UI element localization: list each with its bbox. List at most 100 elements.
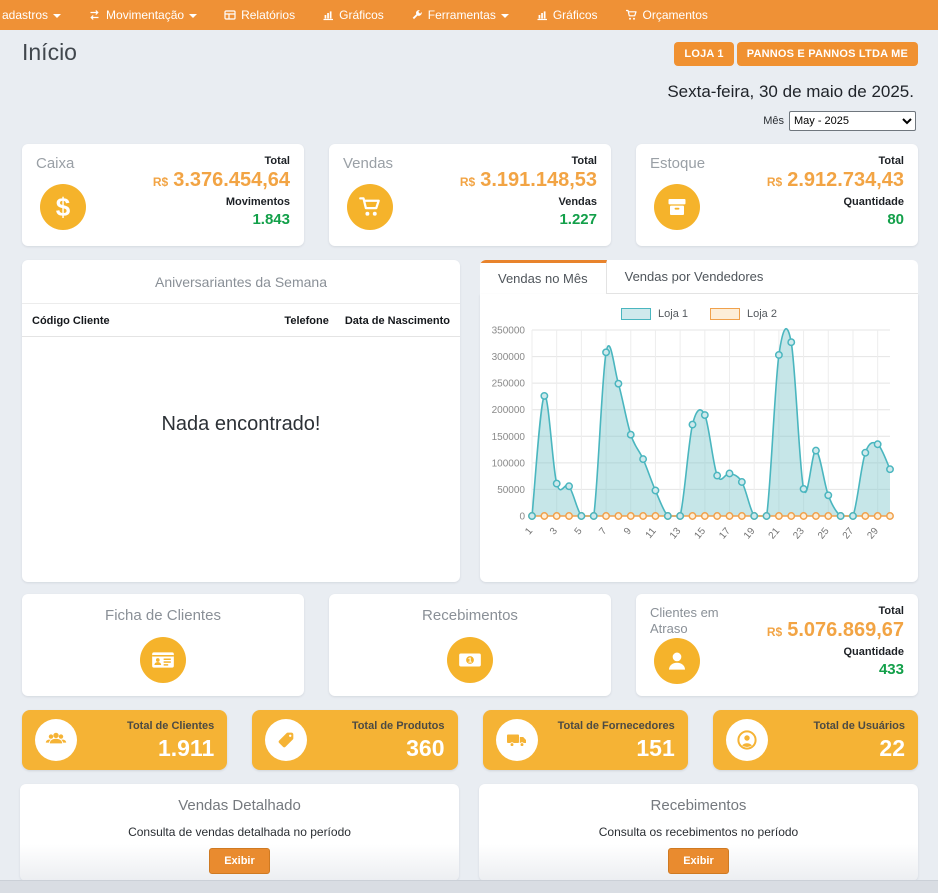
svg-text:15: 15 <box>693 526 709 542</box>
panel-description: Consulta os recebimentos no período <box>479 825 918 839</box>
count-label: Vendas <box>460 196 597 208</box>
svg-text:23: 23 <box>791 526 807 542</box>
caret-down-icon <box>189 14 197 18</box>
truck-icon <box>496 719 538 761</box>
svg-text:9: 9 <box>622 526 634 538</box>
clientes-em-atraso-card[interactable]: Clientes em Atraso Total R$5.076.869,67 … <box>636 594 918 696</box>
card-title: Ficha de Clientes <box>22 607 304 624</box>
month-select[interactable]: May - 2025 <box>789 111 916 131</box>
birthdays-title: Aniversariantes da Semana <box>22 260 460 304</box>
count-label: Quantidade <box>767 196 904 208</box>
birthdays-panel: Aniversariantes da Semana Código Cliente… <box>22 260 460 582</box>
total-label: Total <box>767 605 904 617</box>
legend-swatch-loja1 <box>621 308 651 320</box>
bar-chart-icon <box>536 9 548 21</box>
panel-description: Consulta de vendas detalhada no período <box>20 825 459 839</box>
count-value: 1.843 <box>153 211 290 228</box>
top-navbar: adastros Movimentação Relatórios Gráfico… <box>0 0 938 30</box>
footer-strip <box>0 880 938 893</box>
recebimentos-card[interactable]: Recebimentos 1 <box>329 594 611 696</box>
svg-text:13: 13 <box>668 526 684 542</box>
tab-vendas-por-vendedores[interactable]: Vendas por Vendedores <box>607 260 782 294</box>
svg-text:27: 27 <box>841 526 857 542</box>
count-value: 80 <box>767 211 904 228</box>
total-value: R$3.376.454,64 <box>153 169 290 192</box>
current-date: Sexta-feira, 30 de maio de 2025. <box>0 82 938 102</box>
svg-text:250000: 250000 <box>492 379 526 390</box>
id-card-icon <box>140 637 186 683</box>
box-icon <box>654 184 700 230</box>
total-label: Total <box>153 155 290 167</box>
count-label: Quantidade <box>767 646 904 658</box>
nav-item-ferramentas[interactable]: Ferramentas <box>411 8 509 22</box>
legend-item-loja1[interactable]: Loja 1 <box>621 308 688 320</box>
nav-item-label: Ferramentas <box>428 8 496 22</box>
recebimentos-panel: Recebimentos Consulta os recebimentos no… <box>479 784 918 881</box>
stat-value: 360 <box>406 735 444 762</box>
table-icon <box>224 9 236 21</box>
person-icon <box>654 638 700 684</box>
vendas-card[interactable]: Vendas Total R$3.191.148,53 Vendas 1.227 <box>329 144 611 246</box>
nav-item-cadastros[interactable]: adastros <box>2 8 61 22</box>
svg-text:350000: 350000 <box>492 326 526 337</box>
ficha-de-clientes-card[interactable]: Ficha de Clientes <box>22 594 304 696</box>
svg-text:21: 21 <box>767 526 783 542</box>
nav-item-orcamentos[interactable]: Orçamentos <box>625 8 708 22</box>
exibir-recebimentos-button[interactable]: Exibir <box>668 848 729 874</box>
tab-filler <box>781 260 918 294</box>
stat-value: 151 <box>636 735 674 762</box>
dashboard-page: adastros Movimentação Relatórios Gráfico… <box>0 0 938 893</box>
nav-item-graficos-2[interactable]: Gráficos <box>536 8 598 22</box>
store-button[interactable]: LOJA 1 <box>674 42 733 66</box>
total-clientes-card[interactable]: Total de Clientes 1.911 <box>22 710 227 770</box>
cart-icon <box>347 184 393 230</box>
svg-text:5: 5 <box>573 526 585 538</box>
svg-text:100000: 100000 <box>492 458 526 469</box>
svg-text:0: 0 <box>519 512 525 523</box>
total-usuarios-card[interactable]: Total de Usuários 22 <box>713 710 918 770</box>
caret-down-icon <box>501 14 509 18</box>
sales-area-chart: 0500001000001500002000002500003000003500… <box>480 320 918 567</box>
nav-item-label: Movimentação <box>106 8 184 22</box>
vendas-detalhado-panel: Vendas Detalhado Consulta de vendas deta… <box>20 784 459 881</box>
money-bill-icon: 1 <box>447 637 493 683</box>
legend-item-loja2[interactable]: Loja 2 <box>710 308 777 320</box>
nav-item-movimentacao[interactable]: Movimentação <box>88 8 197 22</box>
stat-value: 22 <box>879 735 905 762</box>
estoque-card[interactable]: Estoque Total R$2.912.734,43 Quantidade … <box>636 144 918 246</box>
svg-text:7: 7 <box>597 526 609 538</box>
nav-item-graficos-1[interactable]: Gráficos <box>322 8 384 22</box>
company-button[interactable]: PANNOS E PANNOS LTDA ME <box>737 42 918 66</box>
column-telefone: Telefone <box>284 315 328 327</box>
svg-text:1: 1 <box>523 526 535 538</box>
svg-text:3: 3 <box>548 526 560 538</box>
svg-text:200000: 200000 <box>492 405 526 416</box>
user-circle-icon <box>726 719 768 761</box>
stat-label: Total de Produtos <box>352 720 445 732</box>
nav-item-relatorios[interactable]: Relatórios <box>224 8 295 22</box>
tag-icon <box>265 719 307 761</box>
stat-label: Total de Usuários <box>814 720 905 732</box>
panel-title: Recebimentos <box>479 797 918 814</box>
column-data-nascimento: Data de Nascimento <box>345 315 450 327</box>
card-title: Clientes em Atraso <box>650 605 742 638</box>
nav-item-label: Orçamentos <box>643 8 708 22</box>
caixa-card[interactable]: Caixa $ Total R$3.376.454,64 Movimentos … <box>22 144 304 246</box>
stat-value: 1.911 <box>158 735 214 762</box>
legend-label: Loja 2 <box>747 308 777 320</box>
total-produtos-card[interactable]: Total de Produtos 360 <box>252 710 457 770</box>
svg-text:25: 25 <box>816 526 832 542</box>
svg-text:300000: 300000 <box>492 352 526 363</box>
wrench-icon <box>411 9 423 21</box>
panel-title: Vendas Detalhado <box>20 797 459 814</box>
total-fornecedores-card[interactable]: Total de Fornecedores 151 <box>483 710 688 770</box>
svg-text:29: 29 <box>865 526 881 542</box>
exchange-icon <box>88 9 101 21</box>
svg-text:17: 17 <box>717 526 733 542</box>
tab-vendas-no-mes[interactable]: Vendas no Mês <box>480 260 607 294</box>
exibir-vendas-button[interactable]: Exibir <box>209 848 270 874</box>
total-value: R$3.191.148,53 <box>460 169 597 192</box>
store-button-group: LOJA 1 PANNOS E PANNOS LTDA ME <box>674 42 918 66</box>
legend-label: Loja 1 <box>658 308 688 320</box>
empty-message: Nada encontrado! <box>22 413 460 436</box>
